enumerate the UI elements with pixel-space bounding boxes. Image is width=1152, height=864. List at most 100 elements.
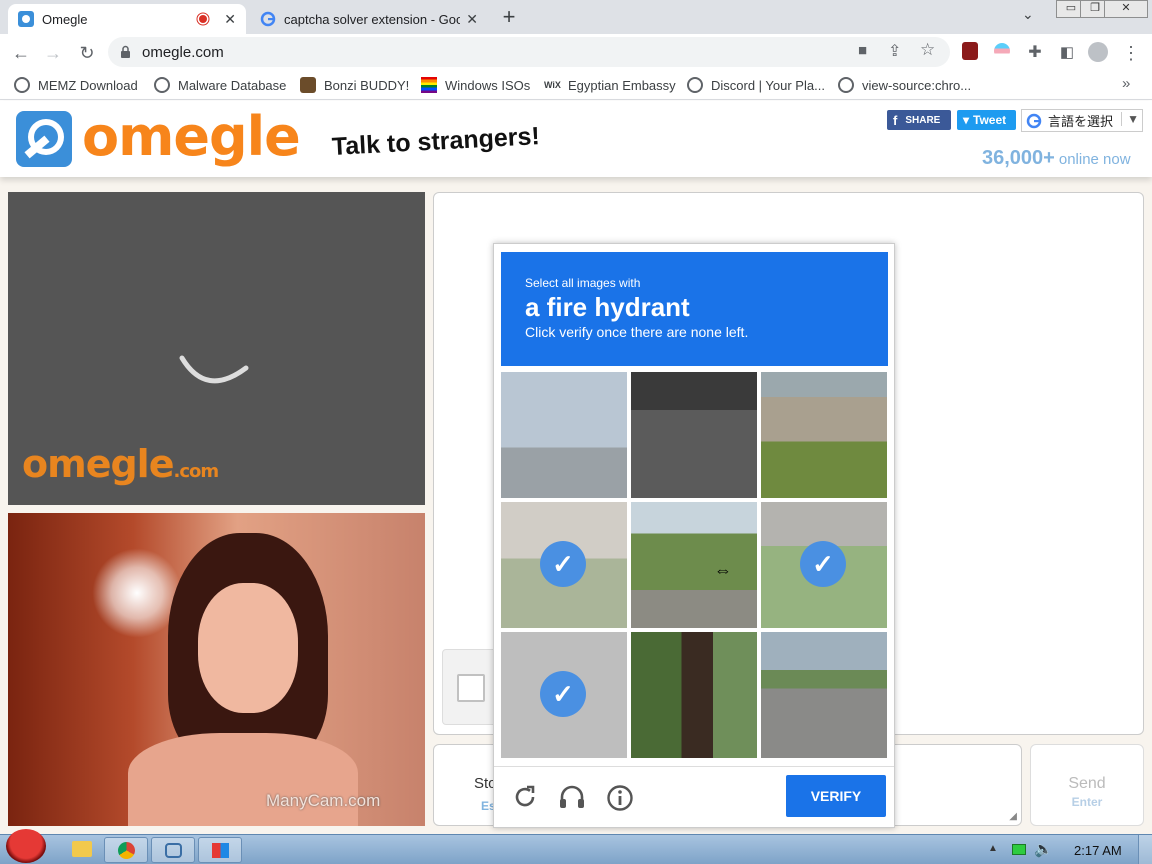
windows-taskbar: ▲ 🔈 2:17 AM (0, 829, 1152, 864)
facebook-share-button[interactable]: f SHARE (887, 110, 951, 130)
camera-in-use-icon[interactable]: ■ (858, 42, 867, 59)
menu-kebab-icon[interactable]: ⋮ (1120, 42, 1142, 64)
taskbar-chrome[interactable] (104, 837, 148, 863)
captcha-image-grid: ✓ ✓ ✓ (501, 372, 889, 760)
captcha-tile[interactable]: ✓ (501, 502, 627, 628)
back-icon[interactable]: ← (10, 42, 32, 64)
bookmarks-bar: MEMZ Download Malware Database Bonzi BUD… (0, 70, 1152, 100)
app-grid-icon (212, 843, 229, 858)
reload-icon[interactable] (512, 784, 538, 810)
tab-search-chevron-icon[interactable]: ⌄ (1022, 6, 1034, 23)
lock-icon[interactable] (120, 45, 131, 59)
tab-omegle[interactable]: Omegle ✕ (8, 4, 246, 34)
self-webcam-video: ManyCam.com (8, 513, 425, 826)
person-face (198, 583, 298, 713)
headphones-icon[interactable] (558, 784, 586, 810)
network-tray-icon[interactable] (1012, 844, 1026, 855)
profile-avatar-icon[interactable] (1088, 42, 1108, 62)
captcha-tile[interactable] (631, 502, 757, 628)
loading-spinner-icon (179, 355, 249, 384)
send-shortcut: Enter (1071, 795, 1103, 809)
captcha-tile[interactable] (761, 372, 887, 498)
captcha-tile[interactable] (761, 632, 887, 758)
captcha-tile[interactable] (631, 372, 757, 498)
close-tab-icon[interactable]: ✕ (224, 11, 236, 28)
share-icon[interactable]: ⇪ (888, 41, 901, 61)
rainbow-flag-icon (421, 77, 437, 93)
close-window-button[interactable]: ✕ (1104, 0, 1148, 18)
bookmark-star-icon[interactable]: ☆ (920, 40, 935, 60)
address-bar[interactable]: omegle.com ■ ⇪ ☆ (108, 37, 950, 67)
google-favicon-icon (260, 11, 276, 27)
reload-icon[interactable]: ↻ (76, 42, 98, 64)
translate-label: 言語を選択 (1048, 114, 1114, 129)
volume-icon[interactable]: 🔈 (1034, 840, 1053, 858)
tweet-label: Tweet (973, 113, 1007, 127)
online-count-value: 36,000+ (982, 147, 1055, 169)
send-button[interactable]: Send Enter (1030, 744, 1144, 826)
side-panel-icon[interactable]: ◧ (1056, 42, 1078, 64)
chevron-down-icon: ▼ (1121, 112, 1139, 126)
forward-icon[interactable]: → (42, 42, 64, 64)
resize-grip-icon[interactable]: ◢ (1009, 811, 1017, 822)
bonzi-icon (300, 77, 316, 93)
explorer-icon[interactable] (72, 841, 92, 857)
google-translate-select[interactable]: 言語を選択 ▼ (1021, 109, 1143, 132)
url-text[interactable]: omegle.com (142, 44, 224, 61)
bookmarks-overflow-button[interactable]: » (1122, 75, 1130, 92)
omegle-logo-icon (16, 111, 72, 167)
tagline: Talk to strangers! (331, 122, 541, 161)
captcha-tile[interactable] (501, 372, 627, 498)
captcha-instructions: Select all images with a fire hydrant Cl… (501, 252, 888, 366)
send-label: Send (1068, 775, 1106, 792)
extensions-puzzle-icon[interactable]: ✚ (1024, 42, 1046, 64)
bookmark-label: Discord | Your Pla... (711, 77, 825, 93)
captcha-checkbox[interactable] (457, 674, 485, 702)
bookmark-discord[interactable]: Discord | Your Pla... (687, 76, 825, 94)
omegle-favicon-icon (18, 11, 34, 27)
tab-title: Omegle (42, 11, 88, 27)
bookmark-view-source[interactable]: view-source:chro... (838, 76, 971, 94)
manycam-watermark: ManyCam.com (266, 791, 381, 810)
video-watermark: omegle.com (22, 442, 219, 486)
captcha-tile[interactable] (631, 632, 757, 758)
taskbar-app-3[interactable] (198, 837, 242, 863)
recaptcha-challenge: Select all images with a fire hydrant Cl… (493, 243, 895, 828)
checkmark-icon: ✓ (540, 671, 586, 717)
show-desktop-button[interactable] (1138, 835, 1152, 864)
taskbar-app-2[interactable] (151, 837, 195, 863)
share-label: SHARE (905, 114, 941, 126)
bookmark-label: Windows ISOs (445, 77, 531, 93)
browser-toolbar: ← → ↻ omegle.com ■ ⇪ ☆ ✚ ◧ ⋮ (0, 34, 1152, 70)
verify-button[interactable]: VERIFY (786, 775, 886, 817)
flag-extension-icon[interactable] (994, 43, 1010, 59)
bookmark-label: MEMZ Download (38, 77, 138, 93)
globe-icon (838, 77, 854, 93)
close-tab-icon[interactable]: ✕ (466, 11, 478, 28)
bookmark-windows-isos[interactable]: Windows ISOs (421, 76, 530, 94)
recording-indicator-icon (196, 12, 210, 26)
bookmark-label: Bonzi BUDDY! (324, 77, 410, 93)
tab-captcha-search[interactable]: captcha solver extension - Goo ✕ (250, 4, 488, 34)
captcha-divider (494, 766, 894, 767)
facebook-icon: f (893, 112, 898, 128)
clock[interactable]: 2:17 AM (1074, 843, 1122, 858)
bookmark-label: view-source:chro... (862, 77, 972, 93)
tray-overflow-icon[interactable]: ▲ (988, 843, 998, 854)
bookmark-memz[interactable]: MEMZ Download (14, 76, 138, 94)
bookmark-malware-database[interactable]: Malware Database (154, 76, 286, 94)
captcha-tile[interactable]: ✓ (761, 502, 887, 628)
globe-icon (14, 77, 30, 93)
info-icon[interactable] (606, 784, 634, 812)
ublock-extension-icon[interactable] (962, 42, 978, 60)
captcha-prompt-small: Select all images with (525, 276, 641, 290)
start-button-angry-bird-icon[interactable] (6, 829, 46, 863)
tweet-button[interactable]: ▾ Tweet (957, 110, 1016, 130)
new-tab-button[interactable]: + (496, 4, 522, 30)
bookmark-bonzi-buddy[interactable]: Bonzi BUDDY! (300, 76, 409, 94)
captcha-tile[interactable]: ✓ (501, 632, 627, 758)
globe-icon (154, 77, 170, 93)
chat-message-input[interactable]: ◢ (880, 744, 1022, 826)
stranger-video: omegle.com (8, 192, 425, 505)
bookmark-egyptian-embassy[interactable]: WiX Egyptian Embassy (544, 76, 676, 94)
